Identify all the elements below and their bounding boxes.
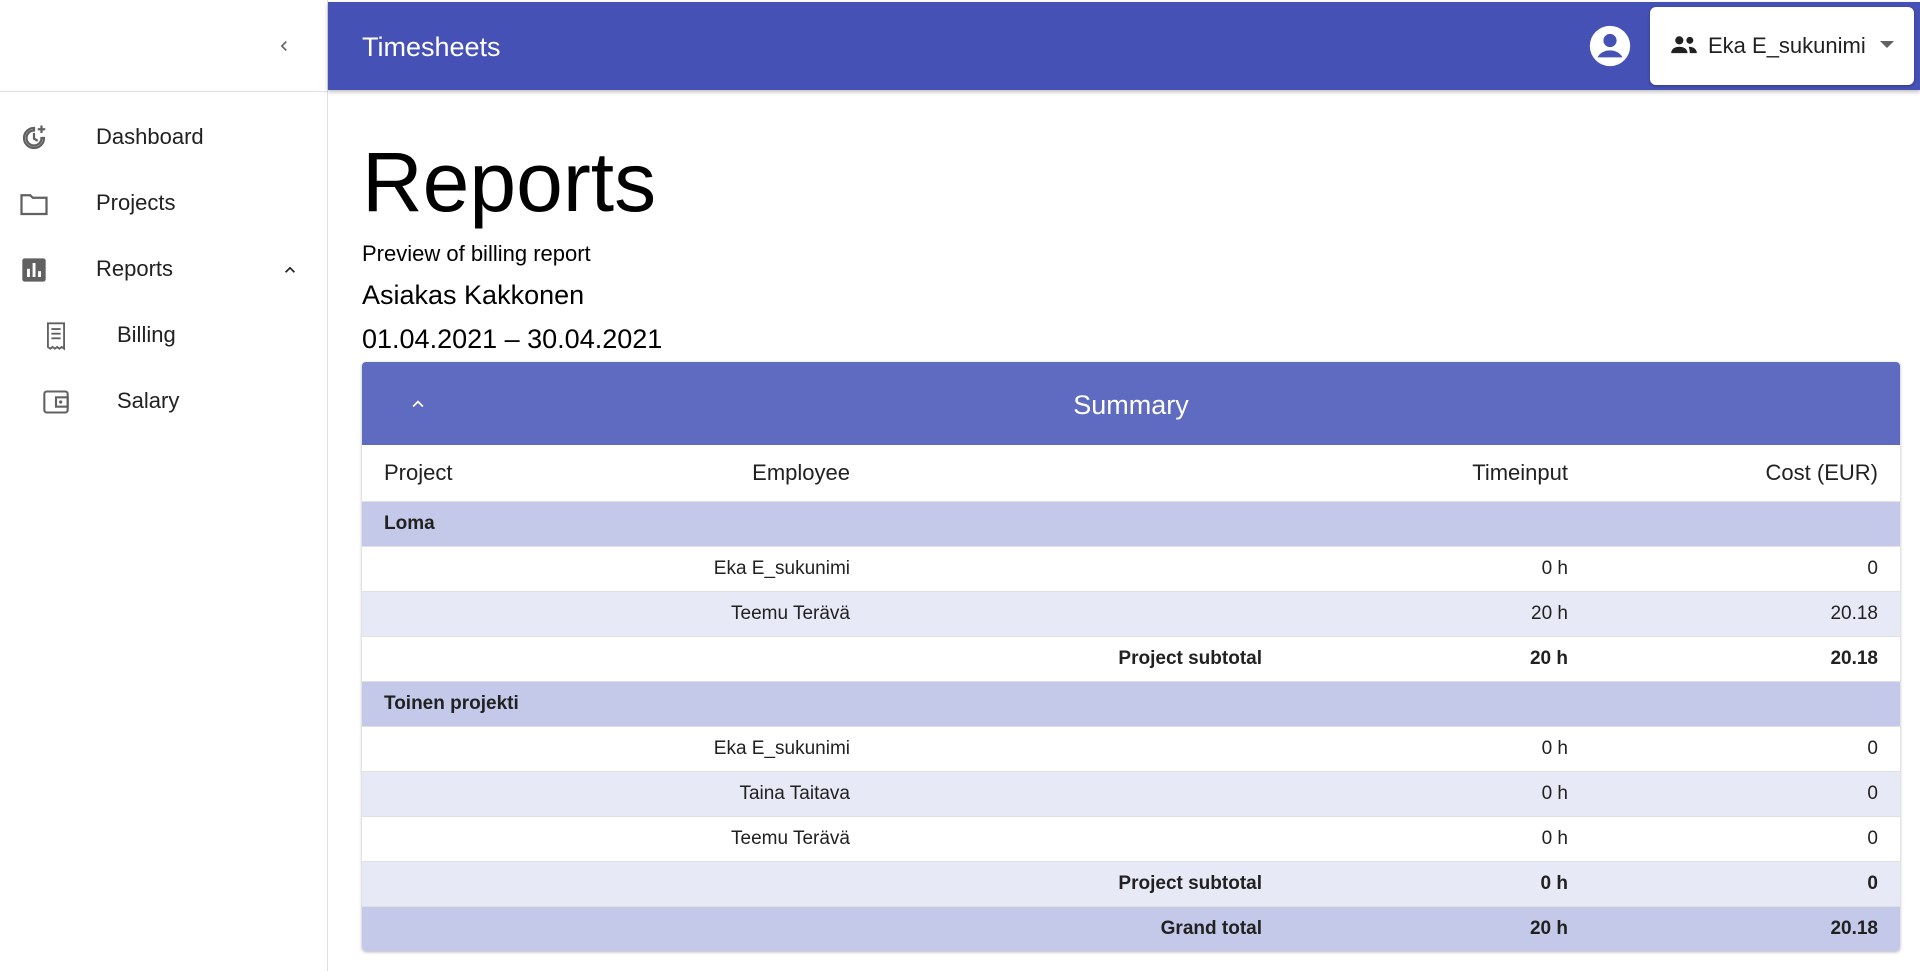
page-subtitle: Preview of billing report [362,241,591,266]
grand-total-label: Grand total [872,905,1284,951]
cost-cell: 0 [1590,725,1900,771]
sidebar-item-label: Reports [96,256,174,281]
sidebar-item-label: Projects [96,190,176,215]
employee-cell: Eka E_sukunimi [612,725,872,771]
sidebar-item-salary[interactable]: Salary [0,368,327,434]
selected-user: Eka E_sukunimi [1708,33,1866,58]
subtotal-row: Project subtotal 0 h 0 [362,860,1900,906]
subtotal-row: Project subtotal 20 h 20.18 [362,635,1900,681]
summary-title: Summary [1073,390,1189,420]
employee-cell: Teemu Terävä [612,815,872,861]
chevron-up-icon[interactable] [276,256,304,284]
column-header-spacer [872,445,1284,501]
dropdown-arrow-icon [1880,41,1894,48]
subtotal-label: Project subtotal [872,860,1284,906]
subtotal-time: 20 h [1284,635,1590,681]
time-cell: 0 h [1284,725,1590,771]
project-name: Toinen projekti [362,680,612,726]
subtotal-cost: 0 [1590,860,1900,906]
sidebar-item-label: Dashboard [96,124,204,149]
column-header-timeinput: Timeinput [1472,459,1568,485]
app-title: Timesheets [362,32,501,62]
column-header-project: Project [384,459,453,485]
table-header-row: Project Employee Timeinput Cost (EUR) [362,445,1900,501]
account-circle-icon[interactable] [1588,24,1632,68]
time-cell: 0 h [1284,815,1590,861]
grand-total-cost: 20.18 [1590,905,1900,951]
employee-cell: Taina Taitava [612,770,872,816]
subtotal-time: 0 h [1284,860,1590,906]
table-row: Eka E_sukunimi 0 h 0 [362,725,1900,771]
report-period: 01.04.2021 – 30.04.2021 [362,324,663,354]
bar-chart-icon [18,256,50,284]
time-cell: 0 h [1284,770,1590,816]
client-name: Asiakas Kakkonen [362,280,585,310]
user-select[interactable]: Eka E_sukunimi [1650,7,1914,85]
dashboard-icon [18,124,50,152]
table-row: Taina Taitava 0 h 0 [362,770,1900,816]
subtotal-cost: 20.18 [1590,635,1900,681]
cost-cell: 0 [1590,815,1900,861]
column-header-cost: Cost (EUR) [1765,459,1878,485]
sidebar-item-label: Salary [117,388,180,413]
table-row: Eka E_sukunimi 0 h 0 [362,545,1900,591]
grand-total-row: Grand total 20 h 20.18 [362,905,1900,951]
people-icon [1671,36,1697,54]
table-row: Teemu Terävä 20 h 20.18 [362,590,1900,636]
cost-cell: 0 [1590,770,1900,816]
summary-header[interactable]: Summary [362,362,1900,445]
wallet-icon [40,388,72,416]
employee-cell: Eka E_sukunimi [612,545,872,591]
folder-icon [18,190,50,218]
chevron-left-icon [280,41,287,51]
project-group-row: Loma [362,500,1900,546]
app-bar: Timesheets Eka E_sukunimi [328,2,1920,90]
sidebar-item-dashboard[interactable]: Dashboard [0,104,327,170]
cost-cell: 20.18 [1590,590,1900,636]
sidebar-header [0,0,327,92]
employee-cell: Teemu Terävä [612,590,872,636]
summary-card: Summary Project Employee Timeinput Cost … [362,362,1900,951]
project-name: Loma [362,500,612,546]
receipt-icon [40,322,72,351]
time-cell: 0 h [1284,545,1590,591]
sidebar: Dashboard Projects Reports Billing Salar… [0,0,328,971]
grand-total-time: 20 h [1284,905,1590,951]
time-cell: 20 h [1284,590,1590,636]
sidebar-item-reports[interactable]: Reports [0,236,327,302]
column-header-employee: Employee [752,459,850,485]
project-group-row: Toinen projekti [362,680,1900,726]
table-row: Teemu Terävä 0 h 0 [362,815,1900,861]
sidebar-item-label: Billing [117,322,176,347]
cost-cell: 0 [1590,545,1900,591]
subtotal-label: Project subtotal [872,635,1284,681]
collapse-sidebar-button[interactable] [268,30,300,62]
sidebar-item-billing[interactable]: Billing [0,302,327,368]
summary-table: Project Employee Timeinput Cost (EUR) Lo… [362,445,1900,951]
sidebar-nav: Dashboard Projects Reports Billing Salar… [0,92,327,434]
sidebar-item-projects[interactable]: Projects [0,170,327,236]
page-title: Reports [362,135,657,229]
